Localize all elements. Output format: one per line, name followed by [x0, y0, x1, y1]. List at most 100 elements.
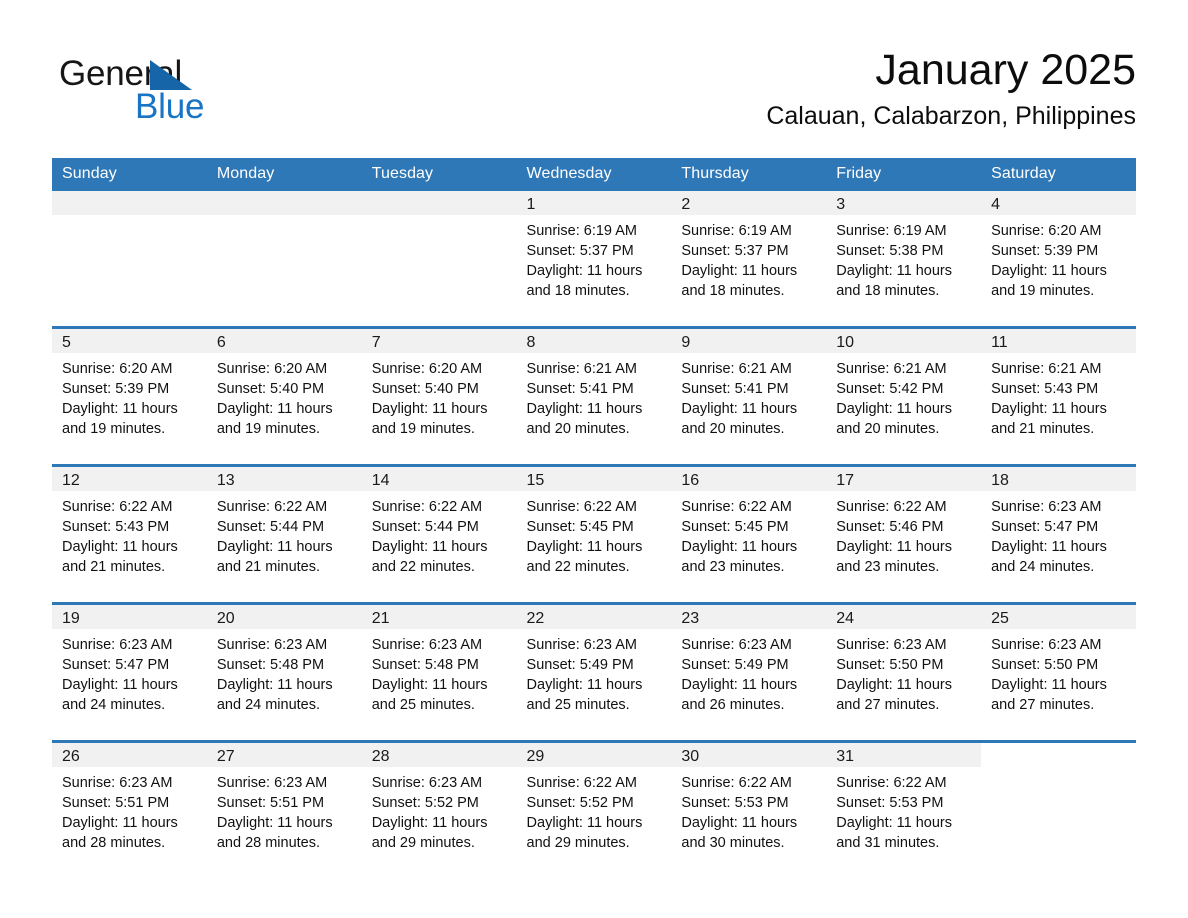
calendar-week-row: 12 Sunrise: 6:22 AM Sunset: 5:43 PM Dayligh… — [52, 464, 1136, 604]
day-number: 25 — [981, 605, 1136, 629]
calendar-day-cell[interactable]: 28 Sunrise: 6:23 AM Sunset: 5:52 PM Dayligh… — [361, 740, 517, 878]
calendar-day-cell[interactable]: 11 Sunrise: 6:21 AM Sunset: 5:43 PM Dayligh… — [981, 326, 1136, 466]
day-details: Sunrise: 6:20 AM Sunset: 5:39 PM Daylight:… — [981, 215, 1136, 301]
daylight-text-line1: Daylight: 11 hours — [836, 539, 953, 555]
sunrise-text: Sunrise: 6:22 AM — [836, 775, 947, 791]
sunset-text: Sunset: 5:39 PM — [991, 243, 1099, 259]
daylight-text-line1: Daylight: 11 hours — [62, 401, 178, 417]
calendar-day-cell[interactable]: 2 Sunrise: 6:19 AM Sunset: 5:37 PM Daylight… — [671, 191, 827, 328]
day-number: 24 — [826, 605, 982, 629]
day-details: Sunrise: 6:23 AM Sunset: 5:51 PM Daylight:… — [207, 767, 362, 853]
calendar-day-cell[interactable]: 16 Sunrise: 6:22 AM Sunset: 5:45 PM Dayligh… — [671, 464, 827, 604]
calendar-day-cell[interactable]: 13 Sunrise: 6:22 AM Sunset: 5:44 PM Dayligh… — [206, 464, 362, 604]
day-number: 27 — [206, 743, 362, 767]
day-number: 10 — [826, 329, 982, 353]
sunset-text: Sunset: 5:52 PM — [526, 795, 634, 811]
sunrise-text: Sunrise: 6:22 AM — [836, 499, 947, 515]
daylight-text-line2: and 21 minutes. — [991, 421, 1095, 437]
sunrise-text: Sunrise: 6:19 AM — [681, 223, 792, 239]
calendar-day-cell[interactable]: 4 Sunrise: 6:20 AM Sunset: 5:39 PM Daylight… — [981, 191, 1136, 328]
day-number: 20 — [206, 605, 362, 629]
daylight-text-line2: and 20 minutes. — [836, 421, 940, 437]
sunrise-text: Sunrise: 6:23 AM — [62, 775, 173, 791]
daylight-text-line1: Daylight: 11 hours — [371, 539, 488, 555]
calendar-day-cell[interactable]: 1 Sunrise: 6:19 AM Sunset: 5:37 PM Daylight… — [516, 191, 672, 328]
calendar-day-cell[interactable]: 18 Sunrise: 6:23 AM Sunset: 5:47 PM Dayligh… — [981, 464, 1136, 604]
calendar-day-cell[interactable]: 20 Sunrise: 6:23 AM Sunset: 5:48 PM Dayligh… — [206, 602, 362, 742]
day-details: Sunrise: 6:22 AM Sunset: 5:45 PM Daylight:… — [517, 491, 672, 577]
daylight-text-line2: and 27 minutes. — [991, 697, 1095, 713]
daylight-text-line2: and 21 minutes. — [216, 559, 321, 575]
calendar-day-cell[interactable]: 30 Sunrise: 6:22 AM Sunset: 5:53 PM Dayligh… — [671, 740, 827, 878]
daylight-text-line2: and 19 minutes. — [62, 421, 166, 437]
daylight-text-line2: and 21 minutes. — [62, 559, 166, 575]
daylight-text-line1: Daylight: 11 hours — [526, 677, 643, 693]
weekday-header-wednesday: Wednesday — [516, 158, 672, 191]
day-number: 14 — [361, 467, 517, 491]
sunset-text: Sunset: 5:49 PM — [681, 657, 789, 673]
calendar-day-cell[interactable]: 5 Sunrise: 6:20 AM Sunset: 5:39 PM Daylight… — [52, 326, 207, 466]
day-details: Sunrise: 6:22 AM Sunset: 5:52 PM Daylight:… — [517, 767, 672, 853]
sunset-text: Sunset: 5:46 PM — [836, 519, 944, 535]
calendar-day-cell[interactable]: 29 Sunrise: 6:22 AM Sunset: 5:52 PM Dayligh… — [516, 740, 672, 878]
daylight-text-line1: Daylight: 11 hours — [62, 815, 178, 831]
day-details: Sunrise: 6:20 AM Sunset: 5:39 PM Daylight:… — [52, 353, 207, 439]
calendar-empty-cell — [206, 191, 362, 328]
sunrise-text: Sunrise: 6:23 AM — [371, 637, 483, 653]
calendar-week-row: 26 Sunrise: 6:23 AM Sunset: 5:51 PM Dayligh… — [52, 740, 1136, 878]
calendar-day-cell[interactable]: 26 Sunrise: 6:23 AM Sunset: 5:51 PM Dayligh… — [52, 740, 207, 878]
day-details: Sunrise: 6:23 AM Sunset: 5:49 PM Daylight:… — [671, 629, 826, 715]
calendar-day-cell[interactable]: 23 Sunrise: 6:23 AM Sunset: 5:49 PM Dayligh… — [671, 602, 827, 742]
day-details: Sunrise: 6:23 AM Sunset: 5:47 PM Daylight:… — [52, 629, 207, 715]
day-details: Sunrise: 6:22 AM Sunset: 5:53 PM Daylight:… — [671, 767, 826, 853]
calendar-day-cell[interactable]: 27 Sunrise: 6:23 AM Sunset: 5:51 PM Dayligh… — [206, 740, 362, 878]
sunrise-text: Sunrise: 6:22 AM — [526, 775, 637, 791]
calendar-day-cell[interactable]: 8 Sunrise: 6:21 AM Sunset: 5:41 PM Daylight… — [516, 326, 672, 466]
calendar-day-cell[interactable]: 17 Sunrise: 6:22 AM Sunset: 5:46 PM Dayligh… — [826, 464, 982, 604]
sunset-text: Sunset: 5:53 PM — [836, 795, 944, 811]
daylight-text-line2: and 28 minutes. — [216, 835, 321, 851]
calendar-day-cell[interactable]: 25 Sunrise: 6:23 AM Sunset: 5:50 PM Dayligh… — [981, 602, 1136, 742]
calendar-day-cell[interactable]: 14 Sunrise: 6:22 AM Sunset: 5:44 PM Dayligh… — [361, 464, 517, 604]
daylight-text-line1: Daylight: 11 hours — [836, 263, 953, 279]
daylight-text-line2: and 25 minutes. — [371, 697, 475, 713]
daylight-text-line2: and 20 minutes. — [681, 421, 785, 437]
general-blue-logo[interactable]: General Blue — [59, 54, 319, 134]
calendar-day-cell[interactable]: 9 Sunrise: 6:21 AM Sunset: 5:41 PM Daylight… — [671, 326, 827, 466]
day-details: Sunrise: 6:23 AM Sunset: 5:49 PM Daylight:… — [517, 629, 672, 715]
day-number: 28 — [361, 743, 517, 767]
calendar-day-cell[interactable]: 22 Sunrise: 6:23 AM Sunset: 5:49 PM Dayligh… — [516, 602, 672, 742]
calendar-day-cell[interactable]: 24 Sunrise: 6:23 AM Sunset: 5:50 PM Dayligh… — [826, 602, 982, 742]
day-details: Sunrise: 6:22 AM Sunset: 5:53 PM Daylight:… — [826, 767, 981, 853]
sunset-text: Sunset: 5:42 PM — [836, 381, 944, 397]
calendar-day-cell[interactable]: 7 Sunrise: 6:20 AM Sunset: 5:40 PM Daylight… — [361, 326, 517, 466]
day-details: Sunrise: 6:23 AM Sunset: 5:48 PM Daylight:… — [207, 629, 362, 715]
sunset-text: Sunset: 5:50 PM — [836, 657, 944, 673]
calendar-day-cell[interactable]: 12 Sunrise: 6:22 AM Sunset: 5:43 PM Dayligh… — [52, 464, 207, 604]
weekday-header-tuesday: Tuesday — [361, 158, 517, 191]
calendar-day-cell[interactable]: 19 Sunrise: 6:23 AM Sunset: 5:47 PM Dayligh… — [52, 602, 207, 742]
day-details: Sunrise: 6:23 AM Sunset: 5:48 PM Daylight:… — [362, 629, 517, 715]
calendar-day-cell[interactable]: 15 Sunrise: 6:22 AM Sunset: 5:45 PM Dayligh… — [516, 464, 672, 604]
sunset-text: Sunset: 5:38 PM — [836, 243, 944, 259]
day-number: 26 — [52, 743, 207, 767]
sunrise-text: Sunrise: 6:19 AM — [836, 223, 947, 239]
day-number: 5 — [52, 329, 207, 353]
daylight-text-line2: and 19 minutes. — [371, 421, 475, 437]
calendar-day-cell[interactable]: 21 Sunrise: 6:23 AM Sunset: 5:48 PM Dayligh… — [361, 602, 517, 742]
daylight-text-line2: and 26 minutes. — [681, 697, 785, 713]
calendar-day-cell[interactable]: 6 Sunrise: 6:20 AM Sunset: 5:40 PM Daylight… — [206, 326, 362, 466]
calendar-day-cell[interactable]: 3 Sunrise: 6:19 AM Sunset: 5:38 PM Daylight… — [826, 191, 982, 328]
calendar-day-cell[interactable]: 10 Sunrise: 6:21 AM Sunset: 5:42 PM Dayligh… — [826, 326, 982, 466]
daylight-text-line1: Daylight: 11 hours — [681, 815, 798, 831]
daylight-text-line2: and 24 minutes. — [216, 697, 321, 713]
daylight-text-line2: and 29 minutes. — [526, 835, 630, 851]
page-subtitle-location: Calauan, Calabarzon, Philippines — [766, 102, 1136, 130]
calendar-day-cell[interactable]: 31 Sunrise: 6:22 AM Sunset: 5:53 PM Dayligh… — [826, 740, 982, 878]
daylight-text-line2: and 18 minutes. — [836, 283, 940, 299]
sunset-text: Sunset: 5:51 PM — [62, 795, 170, 811]
day-details: Sunrise: 6:22 AM Sunset: 5:43 PM Daylight:… — [52, 491, 207, 577]
day-details: Sunrise: 6:21 AM Sunset: 5:42 PM Daylight:… — [826, 353, 981, 439]
day-details: Sunrise: 6:22 AM Sunset: 5:44 PM Daylight:… — [207, 491, 362, 577]
daylight-text-line1: Daylight: 11 hours — [836, 401, 953, 417]
